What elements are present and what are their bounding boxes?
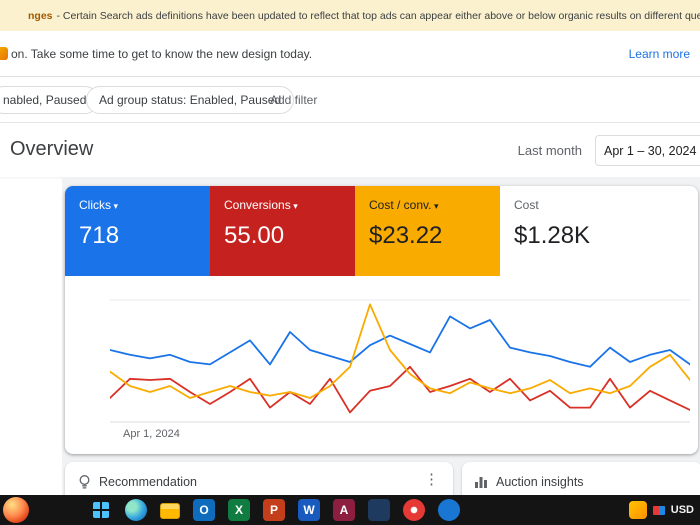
currency-label[interactable]: USD <box>671 504 694 516</box>
ad-group-status-chip[interactable]: Ad group status: Enabled, Paused <box>86 86 295 114</box>
excel-icon[interactable]: X <box>228 499 250 521</box>
currency-widget-icon[interactable] <box>628 501 647 519</box>
edge-icon[interactable] <box>125 499 147 521</box>
bar-chart-icon <box>474 474 488 494</box>
chart-x-axis-label: Apr 1, 2024 <box>123 428 180 440</box>
scorecard-conversions[interactable]: Conversions ▾ 55.00 <box>210 186 355 276</box>
date-range-picker[interactable]: Apr 1 – 30, 2024 ▾ <box>595 135 700 166</box>
overview-metrics-card: Clicks ▾ 718 Conversions ▾ 55.00 Cost / conv… <box>65 186 698 454</box>
learn-more-link[interactable]: Learn more <box>629 47 690 61</box>
app-icon-blue[interactable] <box>438 499 460 521</box>
announcement-icon <box>0 47 8 60</box>
app-icon-navy[interactable] <box>368 499 390 521</box>
scorecard-cost-conv[interactable]: Cost / conv. ▾ $23.22 <box>355 186 500 276</box>
scorecard-value: $23.22 <box>369 222 443 249</box>
taskbar-pinned-icons: OXPWA <box>90 499 460 521</box>
flag-badge-icon <box>652 505 665 515</box>
lightbulb-icon <box>77 474 92 496</box>
notice-text: - Certain Search ads definitions have be… <box>56 9 700 22</box>
performance-chart[interactable] <box>109 298 691 426</box>
date-range-value: Apr 1 – 30, 2024 <box>604 143 697 158</box>
date-range-label: Last month <box>517 143 582 158</box>
scorecard-value: $1.28K <box>514 222 591 249</box>
auction-insights-card-title: Auction insights <box>496 475 584 489</box>
chart-line-conversions <box>109 365 691 414</box>
scorecards: Clicks ▾ 718 Conversions ▾ 55.00 Cost / conv… <box>65 186 698 276</box>
scorecard-label[interactable]: Clicks ▾ <box>65 186 210 212</box>
dropdown-caret-icon: ▾ <box>431 201 439 211</box>
scorecard-label[interactable]: Conversions ▾ <box>210 186 355 212</box>
taskbar-tray: USD <box>628 495 694 525</box>
word-icon[interactable]: W <box>298 499 320 521</box>
app-icon-red[interactable] <box>403 499 425 521</box>
scorecard-label[interactable]: Cost <box>500 186 645 212</box>
add-filter-button[interactable]: Add filter <box>270 93 317 107</box>
page-title: Overview <box>10 138 94 160</box>
notice-title-fragment: nges <box>28 9 53 22</box>
filter-bar: nabled, Paused Ad group status: Enabled,… <box>0 77 700 123</box>
dropdown-caret-icon: ▾ <box>290 201 298 211</box>
notice-banner: nges - Certain Search ads definitions ha… <box>0 0 700 31</box>
taskbar-widget-icon[interactable] <box>3 497 29 523</box>
chart-svg <box>109 299 691 423</box>
more-options-icon[interactable]: ⋮ <box>424 470 439 488</box>
chart-line-clicks <box>109 315 691 368</box>
google-ads-screen: nges - Certain Search ads definitions ha… <box>0 0 700 525</box>
scorecard-label[interactable]: Cost / conv. ▾ <box>355 186 500 212</box>
scorecard-value: 55.00 <box>224 222 285 249</box>
outlook-icon[interactable]: O <box>193 499 215 521</box>
dropdown-caret-icon: ▾ <box>111 201 119 211</box>
chart-line-cost-conv- <box>109 303 691 399</box>
scorecard-cost[interactable]: Cost $1.28K <box>500 186 645 276</box>
redesign-banner: on. Take some time to get to know the ne… <box>0 31 700 77</box>
scorecard-clicks[interactable]: Clicks ▾ 718 <box>65 186 210 276</box>
scorecard-value: 718 <box>79 222 120 249</box>
start-icon[interactable] <box>93 502 109 518</box>
access-icon[interactable]: A <box>333 499 355 521</box>
campaign-status-chip[interactable]: nabled, Paused <box>0 86 100 114</box>
recommendation-card-title: Recommendation <box>99 475 197 489</box>
redesign-text: on. Take some time to get to know the ne… <box>11 47 313 61</box>
windows-taskbar: OXPWA USD <box>0 495 700 525</box>
file-explorer-icon[interactable] <box>160 503 180 519</box>
powerpoint-icon[interactable]: P <box>263 499 285 521</box>
page-header: Overview Last month Apr 1 – 30, 2024 ▾ <box>0 123 700 177</box>
